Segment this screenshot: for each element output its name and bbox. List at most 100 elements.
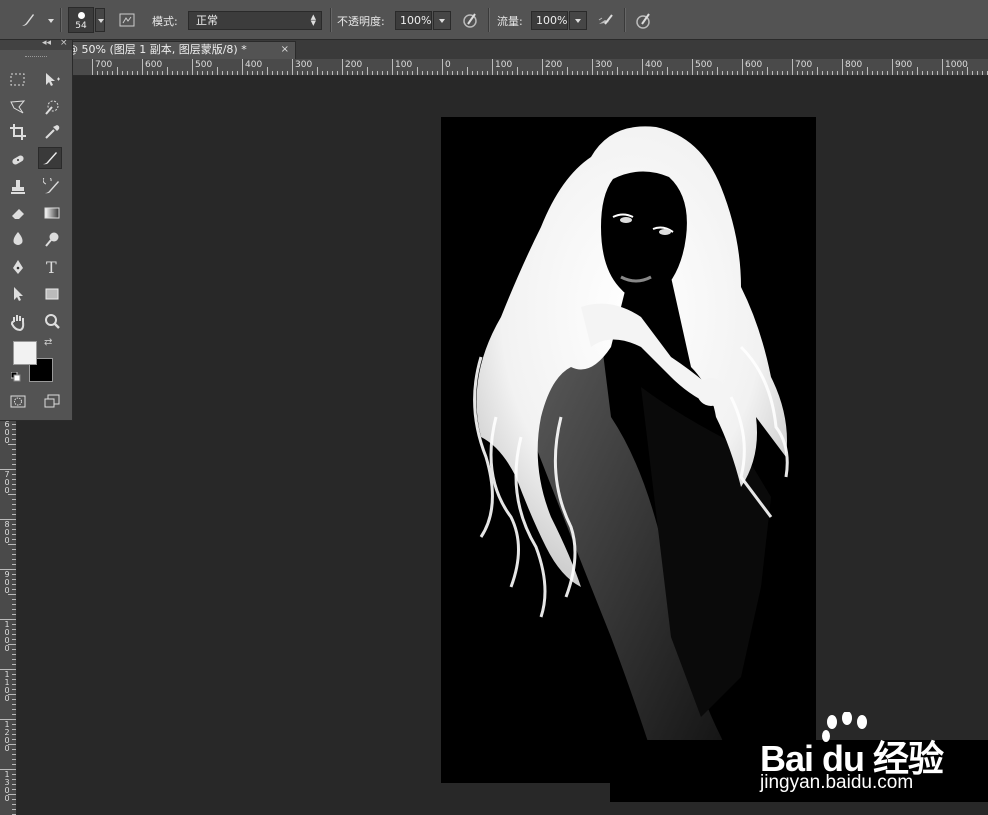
close-icon[interactable]: × [60, 38, 68, 48]
ruler-minor-tick [952, 71, 953, 75]
ruler-minor-tick [327, 71, 328, 75]
ruler-label: 500 [695, 60, 713, 70]
ruler-minor-tick [732, 71, 733, 75]
spot-healing-tool-icon[interactable] [6, 149, 30, 171]
screen-mode-icon[interactable] [40, 390, 64, 412]
ruler-minor-tick [457, 71, 458, 75]
ruler-minor-tick [897, 71, 898, 75]
brush-panel-toggle-icon[interactable] [117, 10, 137, 30]
zoom-tool-icon[interactable] [40, 311, 64, 333]
brush-tool-icon[interactable] [38, 147, 62, 169]
ruler-minor-tick [777, 71, 778, 75]
ruler-minor-tick [212, 71, 213, 75]
ruler-minor-tick [247, 71, 248, 75]
hand-tool-icon[interactable] [6, 311, 30, 333]
path-selection-tool-icon[interactable] [6, 283, 30, 305]
ruler-minor-tick [872, 71, 873, 75]
ruler-label: 400 [245, 60, 263, 70]
ruler-minor-tick [12, 489, 16, 490]
ruler-minor-tick [867, 67, 868, 75]
quick-mask-icon[interactable] [6, 390, 30, 412]
type-tool-icon[interactable]: T [40, 256, 64, 278]
ruler-minor-tick [337, 71, 338, 75]
clone-stamp-tool-icon[interactable] [6, 176, 30, 198]
ruler-minor-tick [227, 71, 228, 75]
ruler-minor-tick [917, 67, 918, 75]
close-icon[interactable]: × [281, 42, 289, 58]
ruler-major-tick [92, 59, 93, 75]
blur-tool-icon[interactable] [6, 228, 30, 250]
pressure-opacity-icon[interactable] [460, 10, 480, 30]
ruler-minor-tick [312, 71, 313, 75]
ruler-minor-tick [887, 71, 888, 75]
lasso-tool-icon[interactable] [6, 96, 30, 118]
ruler-minor-tick [12, 739, 16, 740]
ruler-minor-tick [12, 664, 16, 665]
ruler-minor-tick [622, 71, 623, 75]
ruler-minor-tick [12, 524, 16, 525]
tool-preset-dropdown[interactable] [46, 9, 56, 33]
ruler-minor-tick [122, 71, 123, 75]
flow-dropdown[interactable] [569, 11, 587, 30]
ruler-minor-tick [352, 71, 353, 75]
ruler-minor-tick [8, 494, 16, 495]
options-bar: 54 模式: 正常 ▲ ▼ 不透明度: 100% 流量: 100% [0, 0, 988, 40]
pen-tool-icon[interactable] [6, 256, 30, 278]
horizontal-ruler[interactable]: 700 600 500 400 300 200 100 0 100 200 300 400 500 600… [72, 59, 988, 76]
ruler-minor-tick [252, 71, 253, 75]
brush-picker-dropdown[interactable] [95, 8, 105, 32]
ruler-minor-tick [12, 554, 16, 555]
document-tab[interactable]: @ 50% (图层 1 副本, 图层蒙版/8) * × [60, 41, 296, 59]
ruler-minor-tick [12, 564, 16, 565]
crop-tool-icon[interactable] [6, 121, 30, 143]
eraser-tool-icon[interactable] [6, 202, 30, 224]
ruler-minor-tick [507, 71, 508, 75]
opacity-dropdown[interactable] [433, 11, 451, 30]
ruler-minor-tick [367, 67, 368, 75]
ruler-minor-tick [752, 71, 753, 75]
ruler-minor-tick [8, 594, 16, 595]
eyedropper-tool-icon[interactable] [40, 121, 64, 143]
marquee-tool-icon[interactable] [6, 69, 30, 91]
ruler-minor-tick [607, 71, 608, 75]
move-tool-icon[interactable] [40, 69, 64, 91]
foreground-color-swatch[interactable] [13, 341, 37, 365]
ruler-minor-tick [12, 774, 16, 775]
default-colors-icon[interactable] [10, 371, 21, 382]
airbrush-icon[interactable] [596, 10, 616, 30]
ruler-minor-tick [197, 71, 198, 75]
ruler-minor-tick [12, 759, 16, 760]
quick-selection-tool-icon[interactable] [40, 96, 64, 118]
ruler-minor-tick [12, 754, 16, 755]
brush-size-picker[interactable]: 54 [68, 7, 94, 33]
blend-mode-select[interactable]: 正常 ▲ ▼ [188, 11, 322, 30]
ruler-minor-tick [937, 71, 938, 75]
ruler-minor-tick [332, 71, 333, 75]
ruler-minor-tick [522, 71, 523, 75]
ruler-minor-tick [12, 714, 16, 715]
document-canvas[interactable] [441, 117, 816, 783]
ruler-minor-tick [657, 71, 658, 75]
gradient-tool-icon[interactable] [40, 202, 64, 224]
ruler-minor-tick [12, 579, 16, 580]
pressure-size-icon[interactable] [634, 10, 654, 30]
ruler-minor-tick [137, 71, 138, 75]
opacity-input[interactable]: 100% [395, 11, 432, 30]
ruler-major-tick [842, 59, 843, 75]
dodge-tool-icon[interactable] [40, 228, 64, 250]
panel-grip[interactable] [25, 56, 47, 59]
history-brush-tool-icon[interactable] [40, 176, 64, 198]
ruler-major-tick [492, 59, 493, 75]
swap-colors-icon[interactable]: ⇄ [44, 337, 52, 348]
flow-input[interactable]: 100% [531, 11, 568, 30]
rectangle-tool-icon[interactable] [40, 283, 64, 305]
ruler-minor-tick [152, 71, 153, 75]
ruler-label: 800 [4, 520, 10, 545]
collapse-icon[interactable]: ◂◂ [42, 38, 51, 48]
ruler-minor-tick [647, 71, 648, 75]
ruler-minor-tick [982, 71, 983, 75]
vertical-ruler[interactable]: 600 700 800 900 1000 1100 1200 1300 [0, 419, 17, 815]
ruler-minor-tick [382, 71, 383, 75]
ruler-minor-tick [12, 609, 16, 610]
brush-tool-preset-icon[interactable] [18, 10, 38, 30]
